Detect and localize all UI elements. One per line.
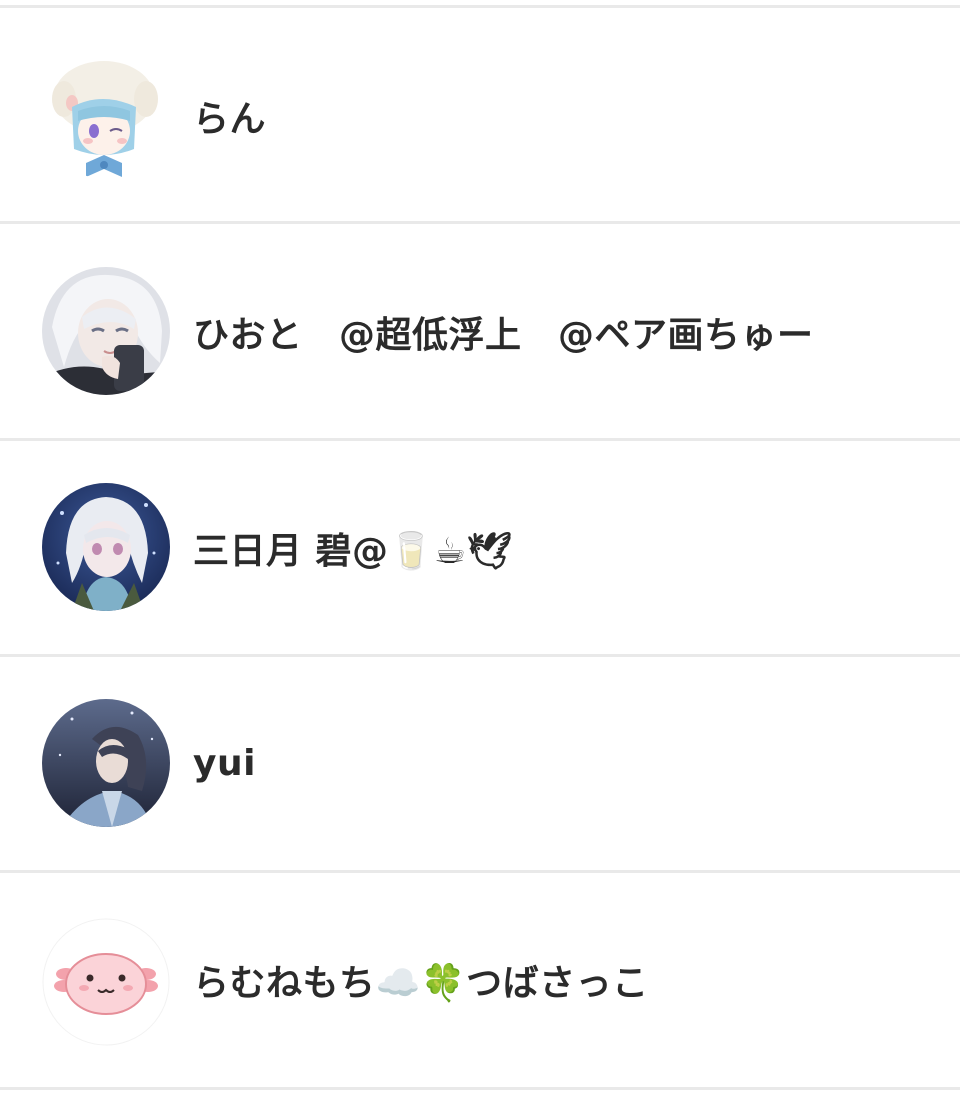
avatar-dark-hair-starry-icon[interactable] <box>42 699 170 827</box>
divider <box>0 1087 960 1090</box>
avatar-axolotl-icon[interactable] <box>42 918 170 1046</box>
avatar-chibi-bunny-hood-icon[interactable] <box>42 51 170 179</box>
user-name: らん <box>193 98 267 140</box>
avatar-white-hair-night-icon[interactable] <box>42 483 170 611</box>
user-list: らん ひおと @超低浮上 @ペア画ちゅー 三日月 碧@🥛☕🕊 yui らむねもち… <box>0 0 960 1098</box>
user-name: 三日月 碧@🥛☕🕊 <box>193 530 513 572</box>
divider <box>0 221 960 224</box>
user-name: yui <box>193 743 256 784</box>
user-row-2[interactable]: ひおと @超低浮上 @ペア画ちゅー <box>0 225 960 438</box>
user-row-4[interactable]: yui <box>0 657 960 870</box>
user-row-5[interactable]: らむねもち☁️🍀つばさっこ <box>0 873 960 1086</box>
user-row-3[interactable]: 三日月 碧@🥛☕🕊 <box>0 441 960 654</box>
divider <box>0 5 960 8</box>
avatar-white-hair-phone-icon[interactable] <box>42 267 170 395</box>
user-name: らむねもち☁️🍀つばさっこ <box>193 962 649 1004</box>
user-row-1[interactable]: らん <box>0 9 960 222</box>
user-name: ひおと @超低浮上 @ペア画ちゅー <box>193 314 814 356</box>
